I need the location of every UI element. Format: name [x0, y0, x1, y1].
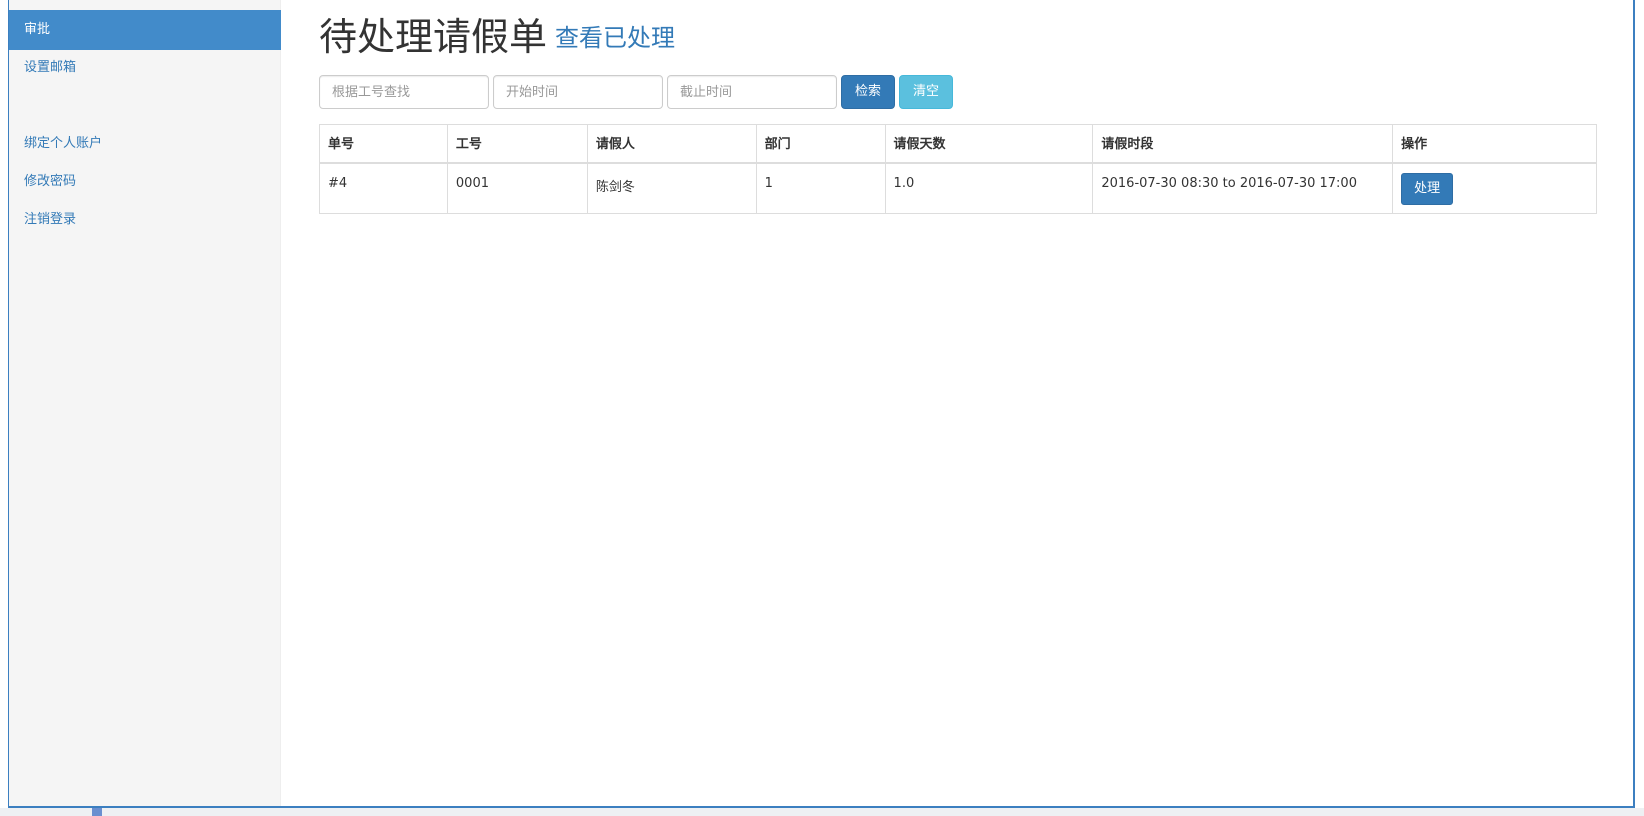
cell-employee-id: 0001: [446, 162, 588, 214]
column-header-action: 操作: [1392, 124, 1597, 164]
clear-button[interactable]: 清空: [899, 75, 953, 109]
background-fragment: [92, 808, 102, 816]
sidebar-item-bind-account[interactable]: 绑定个人账户: [9, 124, 281, 164]
background-window-strip-right: [1634, 0, 1644, 816]
cell-action: 处理: [1392, 162, 1597, 214]
table-header-row: 单号 工号 请假人 部门 请假天数 请假时段 操作: [319, 124, 1597, 164]
search-button[interactable]: 检索: [841, 75, 895, 109]
process-button[interactable]: 处理: [1401, 172, 1454, 205]
column-header-applicant: 请假人: [586, 124, 757, 164]
column-header-employee-id: 工号: [446, 124, 588, 164]
sidebar-item-change-password[interactable]: 修改密码: [9, 162, 281, 202]
pending-leave-table: 单号 工号 请假人 部门 请假天数 请假时段 操作 #4 0001 陈剑冬 1 …: [319, 124, 1597, 214]
column-header-order-no: 单号: [319, 124, 448, 164]
cell-applicant: 陈剑冬: [586, 162, 757, 214]
column-header-department: 部门: [755, 124, 886, 164]
browser-viewport: 审批 设置邮箱 绑定个人账户 修改密码 注销登录 待处理请假单 查看已处理 检索…: [8, 0, 1635, 808]
background-window-strip-bottom: [0, 808, 1644, 816]
table-row: #4 0001 陈剑冬 1 1.0 2016-07-30 08:30 to 20…: [319, 162, 1597, 214]
background-window-strip: [0, 0, 8, 816]
cell-days: 1.0: [884, 162, 1094, 214]
view-processed-link[interactable]: 查看已处理: [555, 18, 675, 53]
sidebar: 审批 设置邮箱 绑定个人账户 修改密码 注销登录: [9, 0, 281, 806]
main-content: 待处理请假单 查看已处理 检索 清空 单号 工号 请假人 部门 请假天数 请假时…: [281, 0, 1633, 806]
sidebar-item-logout[interactable]: 注销登录: [9, 200, 281, 240]
cell-order-no: #4: [319, 162, 448, 214]
sidebar-item-set-email[interactable]: 设置邮箱: [9, 48, 281, 88]
employee-id-search-input[interactable]: [319, 75, 489, 109]
end-time-input[interactable]: [667, 75, 837, 109]
cell-period: 2016-07-30 08:30 to 2016-07-30 17:00: [1092, 162, 1394, 214]
start-time-input[interactable]: [493, 75, 663, 109]
sidebar-item-approve[interactable]: 审批: [9, 10, 281, 50]
column-header-days: 请假天数: [884, 124, 1094, 164]
page-title: 待处理请假单: [319, 15, 548, 59]
column-header-period: 请假时段: [1092, 124, 1394, 164]
cell-department: 1: [755, 162, 886, 214]
